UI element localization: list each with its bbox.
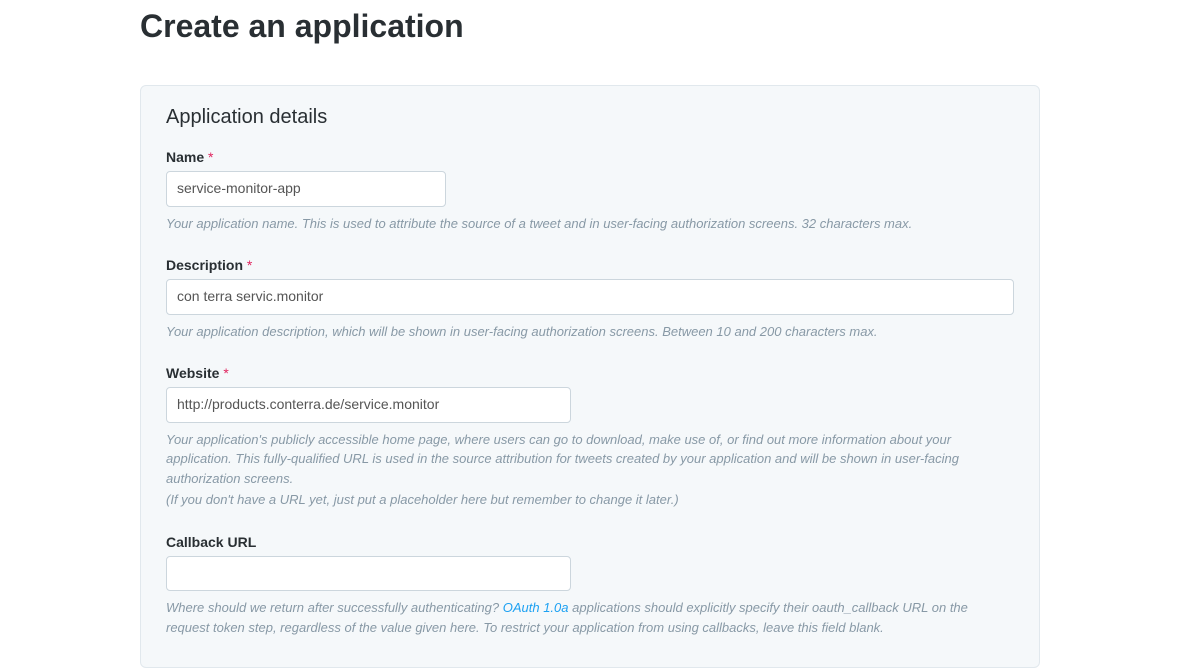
panel-header: Application details bbox=[166, 106, 1014, 129]
application-details-panel: Application details Name * Your applicat… bbox=[140, 85, 1040, 668]
website-label: Website * bbox=[166, 365, 1014, 381]
website-input[interactable] bbox=[166, 387, 571, 423]
callback-input[interactable] bbox=[166, 556, 571, 592]
required-star-icon: * bbox=[208, 149, 213, 165]
name-input[interactable] bbox=[166, 171, 446, 207]
required-star-icon: * bbox=[223, 365, 228, 381]
description-input[interactable] bbox=[166, 279, 1014, 315]
callback-label: Callback URL bbox=[166, 534, 1014, 550]
callback-group: Callback URL Where should we return afte… bbox=[166, 534, 1014, 638]
description-help-text: Your application description, which will… bbox=[166, 322, 1014, 342]
required-star-icon: * bbox=[247, 257, 252, 273]
website-label-text: Website bbox=[166, 365, 219, 381]
callback-help-text: Where should we return after successfull… bbox=[166, 598, 1014, 637]
page-title: Create an application bbox=[140, 8, 1040, 45]
callback-help-before: Where should we return after successfull… bbox=[166, 600, 503, 615]
name-help-text: Your application name. This is used to a… bbox=[166, 214, 1014, 234]
description-label-text: Description bbox=[166, 257, 243, 273]
website-help-text-1: Your application's publicly accessible h… bbox=[166, 430, 1014, 489]
website-group: Website * Your application's publicly ac… bbox=[166, 365, 1014, 510]
name-group: Name * Your application name. This is us… bbox=[166, 149, 1014, 233]
name-label: Name * bbox=[166, 149, 1014, 165]
description-group: Description * Your application descripti… bbox=[166, 257, 1014, 341]
website-help-text-2: (If you don't have a URL yet, just put a… bbox=[166, 490, 1014, 510]
name-label-text: Name bbox=[166, 149, 204, 165]
callback-label-text: Callback URL bbox=[166, 534, 256, 550]
description-label: Description * bbox=[166, 257, 1014, 273]
oauth-link[interactable]: OAuth 1.0a bbox=[503, 600, 569, 615]
